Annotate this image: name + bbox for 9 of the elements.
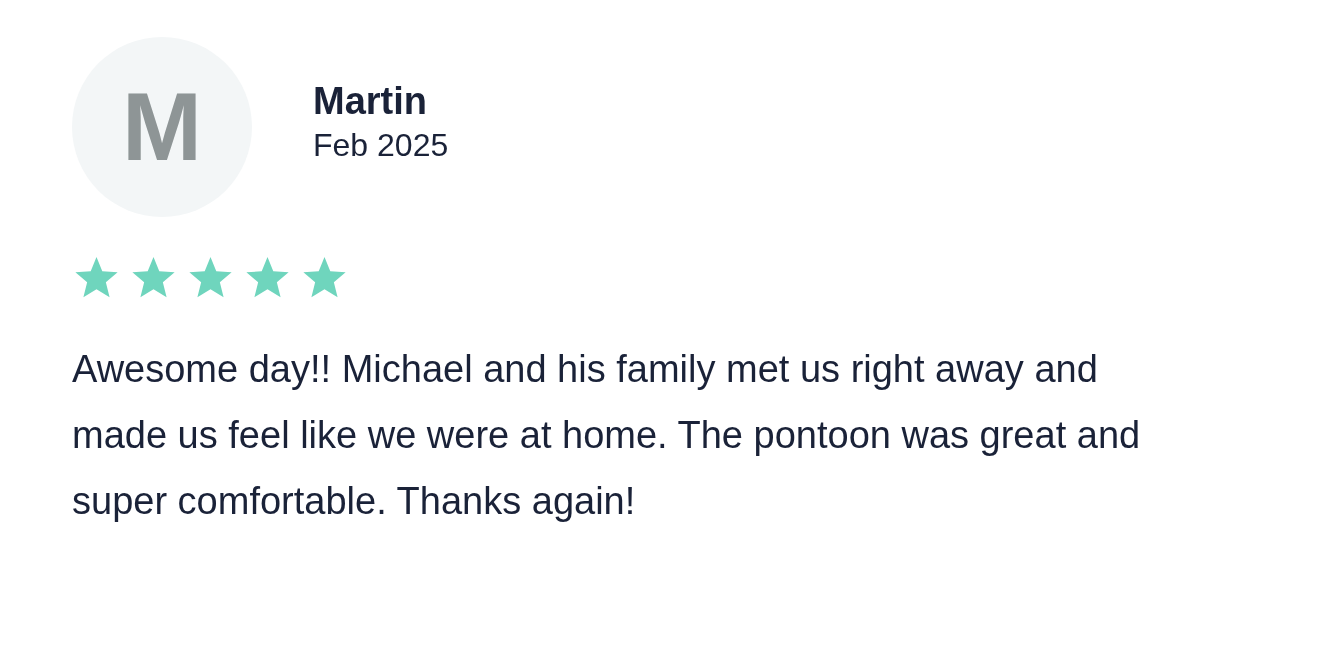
review-text: Awesome day!! Michael and his family met us right away and made us feel like we were at home. The pontoon was great and super comfortable. Thanks again! — [72, 347, 1142, 524]
star-icon — [188, 257, 233, 300]
star-icon — [302, 257, 347, 300]
star-icon — [131, 257, 176, 300]
star-icon — [74, 257, 119, 300]
star-icon — [245, 257, 290, 300]
avatar: M — [72, 37, 252, 217]
review-date: Feb 2025 — [313, 127, 449, 164]
reviewer-name: Martin — [313, 80, 428, 123]
